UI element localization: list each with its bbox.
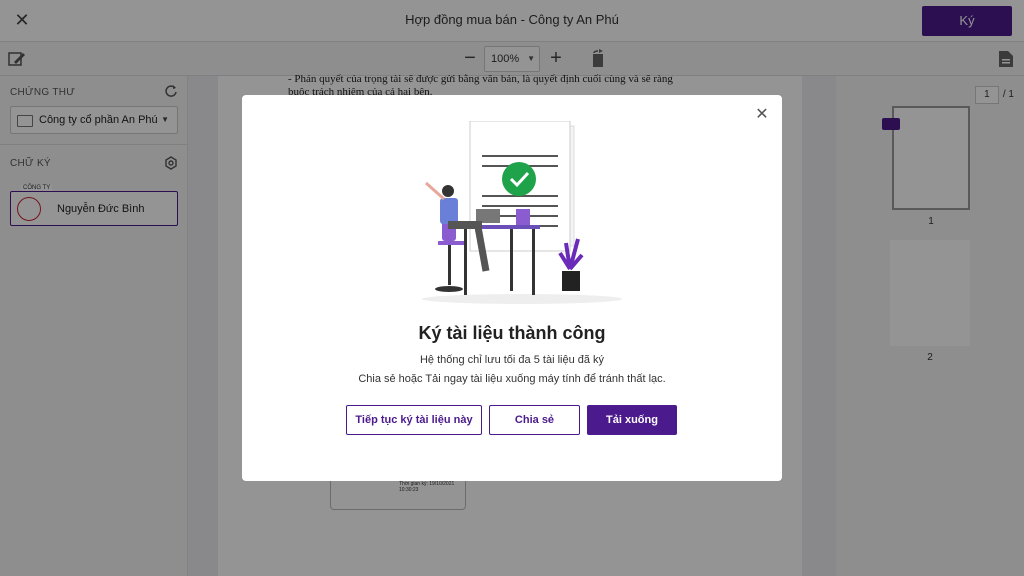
share-button[interactable]: Chia sẻ bbox=[489, 405, 580, 435]
success-check-icon bbox=[502, 162, 536, 196]
dialog-title: Ký tài liệu thành công bbox=[418, 323, 606, 343]
dialog-message: Hệ thống chỉ lưu tối đa 5 tài liệu đã ký bbox=[419, 354, 605, 366]
dialog-message: Chia sẻ hoặc Tải ngay tài liệu xuống máy… bbox=[358, 373, 666, 385]
success-dialog: ✕ Ký tài liệu thành công Hệ thống chỉ lư… bbox=[242, 95, 782, 481]
success-illustration bbox=[422, 121, 622, 304]
download-button[interactable]: Tải xuống bbox=[587, 405, 677, 435]
continue-signing-button[interactable]: Tiếp tục ký tài liệu này bbox=[346, 405, 482, 435]
close-icon[interactable]: ✕ bbox=[754, 107, 770, 123]
